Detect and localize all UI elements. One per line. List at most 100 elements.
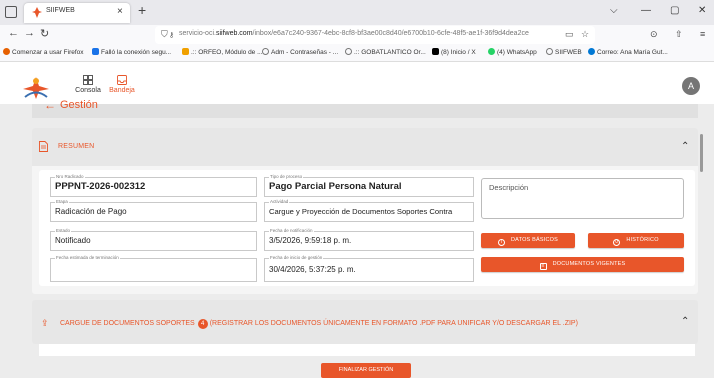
bookmark-item[interactable]: Comenzar a usar Firefox <box>3 48 84 56</box>
chevron-up-icon[interactable]: ⌃ <box>681 141 689 152</box>
document-icon <box>39 141 48 152</box>
console-icon <box>83 75 93 85</box>
field-border <box>51 202 256 203</box>
datos-basicos-button[interactable]: i DATOS BÁSICOS <box>481 233 575 248</box>
browser-tab-bar: SIIFWEB × + ⌵ — ▢ ✕ <box>0 0 714 25</box>
permissions-icon: ⚷ <box>169 32 175 39</box>
firefox-icon <box>3 48 10 55</box>
reload-icon[interactable]: ↻ <box>40 27 49 40</box>
bookmark-item[interactable]: .:: GOBATLANTICO Or... <box>345 48 426 56</box>
field-value: 3/5/2026, 9:59:18 p. m. <box>269 236 352 245</box>
extensions-icon[interactable]: ⇧ <box>675 29 683 40</box>
nav-bandeja[interactable]: Bandeja <box>102 75 142 94</box>
globe-icon <box>262 48 269 55</box>
field-label: Estado <box>55 228 72 234</box>
orfeo-icon <box>182 48 189 55</box>
field-value: Pago Parcial Persona Natural <box>269 181 402 192</box>
documentos-vigentes-label: DOCUMENTOS VIGENTES <box>552 261 626 267</box>
resumen-title: RESUMEN <box>58 143 95 150</box>
menu-icon[interactable]: ≡ <box>700 29 705 39</box>
app-header: Consola Bandeja A <box>0 62 714 104</box>
bookmark-item[interactable]: .:: ORFEO, Módulo de ... <box>182 48 263 56</box>
field-value: 30/4/2026, 5:37:25 p. m. <box>269 265 356 274</box>
bookmarks-bar: Comenzar a usar Firefox Falló la conexió… <box>0 45 714 62</box>
info-icon: i <box>497 239 505 246</box>
document-icon: ≡ <box>539 263 547 270</box>
maximize-icon[interactable]: ▢ <box>670 5 679 16</box>
chevron-up-icon[interactable]: ⌃ <box>681 316 689 327</box>
historico-button[interactable]: ↺ HISTÓRICO <box>588 233 684 248</box>
field-label: Etapa <box>55 199 69 205</box>
tab-title: SIIFWEB <box>46 7 75 14</box>
nav-consola-label: Consola <box>75 87 101 94</box>
field-value: Notificado <box>55 236 91 245</box>
scrollbar-thumb[interactable] <box>700 134 703 172</box>
tab-close-icon[interactable]: × <box>117 6 123 17</box>
field-label: Tipo de proceso <box>269 174 304 180</box>
globe-icon <box>345 48 352 55</box>
cargue-title: CARGUE DE DOCUMENTOS SOPORTES 4 (REGISTRAR… <box>60 319 578 329</box>
tab-dropdown-icon[interactable]: ⌵ <box>610 5 618 16</box>
field-value: Cargue y Proyección de Documentos Soport… <box>269 207 453 216</box>
field-label: Nro Radicado <box>55 174 85 180</box>
upload-icon: ⇪ <box>41 318 49 328</box>
field-label: Fecha de notificación <box>269 228 314 234</box>
cargue-title-pre: CARGUE DE DOCUMENTOS SOPORTES <box>60 320 195 327</box>
field-fecha-notificacion: Fecha de notificación 3/5/2026, 9:59:18 … <box>264 228 474 251</box>
inbox-icon <box>117 75 127 85</box>
forward-icon[interactable]: → <box>24 27 35 39</box>
bookmark-star-icon[interactable]: ☆ <box>581 29 589 40</box>
datos-basicos-label: DATOS BÁSICOS <box>510 237 559 243</box>
finalizar-gestion-button[interactable]: FINALIZAR GESTIÓN <box>321 363 411 378</box>
siifweb-logo-icon <box>23 77 49 99</box>
cargue-panel-body <box>39 344 695 356</box>
field-border <box>265 202 473 203</box>
reader-view-icon[interactable]: ▭ <box>565 29 574 40</box>
nav-bandeja-label: Bandeja <box>109 87 135 94</box>
back-icon[interactable]: ← <box>8 27 19 39</box>
resumen-panel-header[interactable] <box>32 128 698 166</box>
siifweb-favicon-icon <box>32 7 42 18</box>
field-border <box>51 231 256 232</box>
bookmark-item[interactable]: Correo: Ana María Gut... <box>588 48 668 56</box>
field-actividad: Actividad Cargue y Proyección de Documen… <box>264 199 474 222</box>
browser-tab[interactable]: SIIFWEB × <box>24 3 130 23</box>
bookmark-item[interactable]: (8) Inicio / X <box>432 48 476 56</box>
field-label: Actividad <box>269 199 290 205</box>
browser-nav-bar: ← → ↻ ⛉ ⚷ servicio-oci.siifweb.com/inbox… <box>0 25 714 45</box>
globe-icon <box>546 48 553 55</box>
minimize-icon[interactable]: — <box>641 5 651 16</box>
back-arrow-icon[interactable]: ← <box>44 98 56 112</box>
field-tipo-proceso: Tipo de proceso Pago Parcial Persona Nat… <box>264 174 474 197</box>
url-text: servicio-oci.siifweb.com/inbox/e6a7c240-… <box>179 30 529 37</box>
bookmark-icon <box>92 48 99 55</box>
field-etapa: Etapa Radicación de Pago <box>50 199 257 222</box>
avatar[interactable]: A <box>682 77 700 95</box>
document-count-badge: 4 <box>197 319 208 329</box>
url-bar[interactable]: ⛉ ⚷ servicio-oci.siifweb.com/inbox/e6a7c… <box>155 26 595 44</box>
descripcion-label: Descripción <box>489 183 529 192</box>
field-value: Radicación de Pago <box>55 207 127 216</box>
new-tab-button[interactable]: + <box>138 2 146 18</box>
field-label: Fecha de inicio de gestión <box>269 255 324 261</box>
gestion-header-bar <box>32 104 698 118</box>
field-radicado: Nro Radicado PPPNT-2026-002312 <box>50 174 257 197</box>
tab-list-icon[interactable] <box>5 6 17 18</box>
whatsapp-icon <box>488 48 495 55</box>
bookmark-item[interactable]: SIIFWEB <box>546 48 582 56</box>
close-window-icon[interactable]: ✕ <box>698 5 706 16</box>
field-fecha-inicio: Fecha de inicio de gestión 30/4/2026, 5:… <box>264 255 474 282</box>
bookmark-item[interactable]: (4) WhatsApp <box>488 48 537 56</box>
documentos-vigentes-button[interactable]: ≡ DOCUMENTOS VIGENTES <box>481 257 684 272</box>
bookmark-item[interactable]: Adm - Contraseñas - ... <box>262 48 338 56</box>
x-icon <box>432 48 439 55</box>
field-fecha-terminacion: Fecha estimada de terminación <box>50 255 257 282</box>
bookmark-item[interactable]: Falló la conexión segu... <box>92 48 171 56</box>
account-icon[interactable]: ⊙ <box>650 29 658 40</box>
historico-label: HISTÓRICO <box>626 237 659 243</box>
shield-icon: ⛉ <box>161 29 168 39</box>
field-estado: Estado Notificado <box>50 228 257 251</box>
outlook-icon <box>588 48 595 55</box>
field-label: Fecha estimada de terminación <box>55 255 120 261</box>
field-value: PPPNT-2026-002312 <box>55 181 146 192</box>
